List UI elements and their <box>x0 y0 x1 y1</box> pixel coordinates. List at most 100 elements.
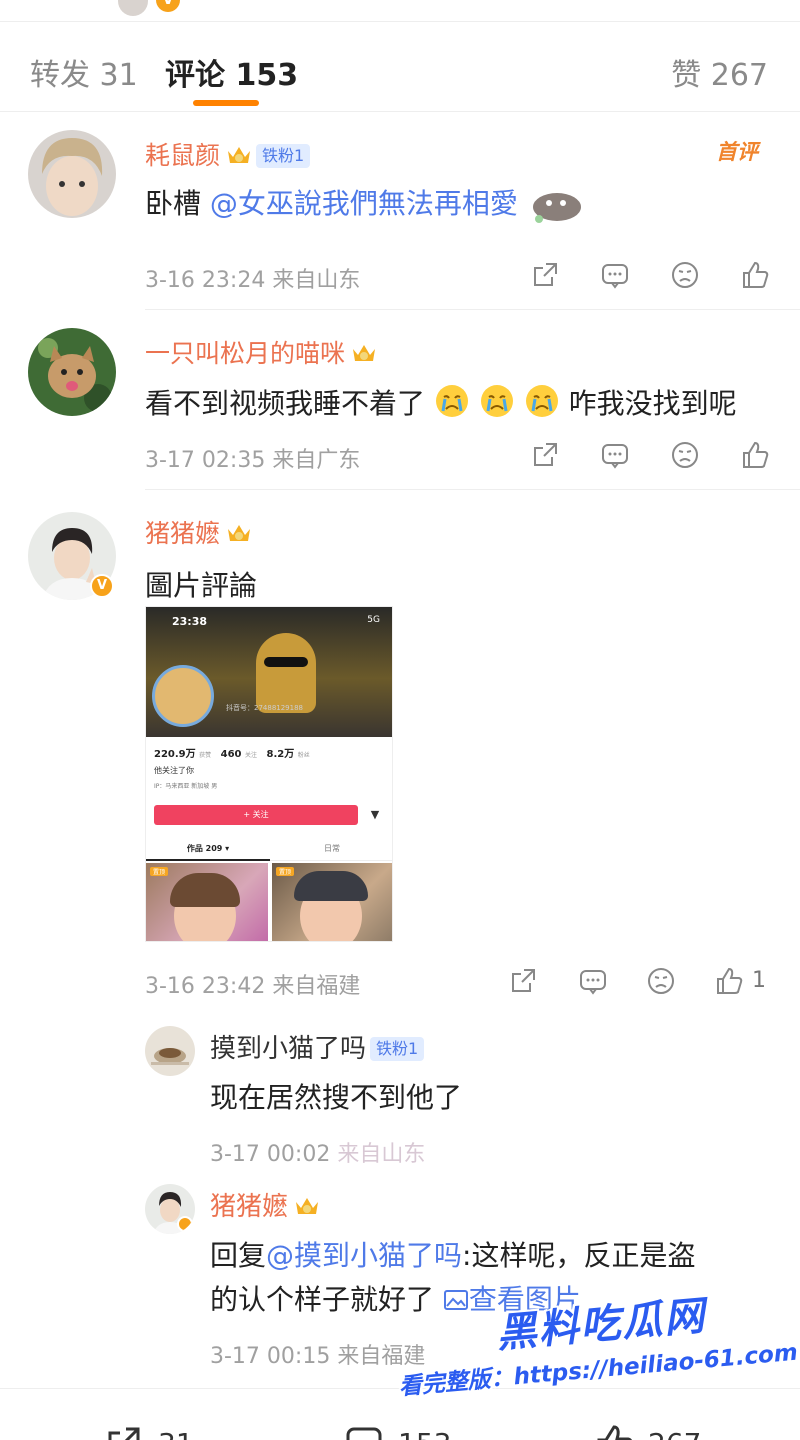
avatar[interactable] <box>28 130 116 218</box>
image-profile-header: 23:38 5G 抖音号：27488129188 <box>146 607 392 737</box>
reply-username[interactable]: 猪猪嬷 <box>210 1192 288 1222</box>
like-count: 267 <box>648 1427 701 1440</box>
reply-prefix: 回复 <box>210 1239 267 1272</box>
reply-icon[interactable] <box>600 440 630 470</box>
forward-count: 31 <box>158 1427 194 1440</box>
image-status: 5G <box>367 615 380 625</box>
image-dropdown-icon: ▼ <box>370 808 380 821</box>
comment-text: 卧槽 <box>145 187 202 220</box>
comment-location: 来自山东 <box>272 268 361 293</box>
sunglasses <box>264 657 308 667</box>
comment-image[interactable]: 23:38 5G 抖音号：27488129188 220.9万 获赞 460 关… <box>145 606 393 942</box>
reply-location: 来自山东 <box>337 1142 426 1167</box>
share-icon[interactable] <box>530 440 560 470</box>
crown-icon <box>294 1194 320 1218</box>
crown-icon <box>351 341 377 365</box>
sticker-icon <box>527 187 587 223</box>
comment-time: 3-17 02:35 <box>145 448 266 473</box>
image-clock: 23:38 <box>172 615 208 628</box>
image-follow-button: + 关注 <box>154 805 358 825</box>
reply-text: 现在居然搜不到他了 <box>210 1081 463 1114</box>
crying-emoji-icon <box>434 385 470 420</box>
author-avatar[interactable] <box>118 0 148 16</box>
like-count: 1 <box>752 968 766 993</box>
first-comment-tag: 首评 <box>716 140 758 164</box>
dislike-icon[interactable] <box>670 440 700 470</box>
reply-time: 3-17 00:02 <box>210 1142 331 1167</box>
stat-likes-label: 获赞 <box>199 752 212 759</box>
fan-badge: 铁粉1 <box>256 144 311 168</box>
reply-username[interactable]: 摸到小猫了吗 <box>210 1034 366 1064</box>
comment-location: 来自广东 <box>272 448 361 473</box>
share-icon[interactable] <box>508 966 538 996</box>
comment-icon <box>346 1427 382 1440</box>
verified-badge-icon: V <box>156 0 180 12</box>
avatar[interactable] <box>28 328 116 416</box>
username[interactable]: 耗鼠颜 <box>145 141 220 170</box>
comment-time: 3-16 23:42 <box>145 974 266 999</box>
comment-actions <box>530 440 770 470</box>
like-icon[interactable] <box>740 440 770 470</box>
comment-item: V 猪猪嬷 圖片評論 23:38 5G 抖音号：27488129188 220.… <box>0 490 800 1388</box>
gold-cat-figure <box>256 633 316 713</box>
tab-comment[interactable]: 评论 153 <box>165 50 298 94</box>
forward-icon <box>108 1427 140 1440</box>
bottom-comment-button[interactable]: 153 <box>344 1423 451 1440</box>
tab-forward[interactable]: 转发 31 <box>30 50 138 94</box>
tab-like[interactable]: 赞 267 <box>671 50 768 94</box>
username[interactable]: 猪猪嬷 <box>145 519 220 548</box>
image-tab-works: 作品 209 ▾ <box>146 837 270 861</box>
image-stats: 220.9万 获赞 460 关注 8.2万 粉丝 <box>154 745 316 760</box>
image-ip-note: IP：马来西亚 新加坡 男 <box>154 783 218 790</box>
crying-emoji-icon <box>524 385 560 420</box>
thumbs-up-icon <box>597 1425 632 1440</box>
tab-bar: 转发 31 评论 153 赞 267 <box>0 22 800 112</box>
mention-link[interactable]: @摸到小猫了吗 <box>266 1239 462 1272</box>
like-icon[interactable] <box>740 260 770 290</box>
image-tab-daily: 日常 <box>270 837 392 861</box>
image-thumbnail: 置顶 <box>146 863 268 941</box>
reply-avatar[interactable] <box>145 1184 195 1234</box>
reply-avatar[interactable] <box>145 1026 195 1076</box>
bottom-like-button[interactable]: 267 <box>594 1423 701 1440</box>
comment-actions: 1 <box>508 966 770 996</box>
like-icon[interactable] <box>714 966 744 996</box>
image-pinned-tag: 置顶 <box>150 867 169 876</box>
dislike-icon[interactable] <box>670 260 700 290</box>
username[interactable]: 一只叫松月的喵咪 <box>145 339 345 368</box>
dog-avatar <box>152 665 214 727</box>
image-account-id: 抖音号：27488129188 <box>226 704 303 712</box>
comment-item: 耗鼠颜 铁粉1 首评 卧槽 @女巫說我們無法再相愛 3-16 23:24 来自山东 <box>0 112 800 310</box>
mention-link[interactable]: @女巫說我們無法再相愛 <box>210 187 518 220</box>
crying-emoji-icon <box>479 385 515 420</box>
comment-actions <box>530 260 770 290</box>
image-pinned-tag: 置顶 <box>276 867 295 876</box>
fan-badge: 铁粉1 <box>370 1037 425 1061</box>
tab-active-indicator <box>193 100 259 106</box>
comment-text: 圖片評論 <box>145 569 258 602</box>
share-icon[interactable] <box>530 260 560 290</box>
stat-following-label: 关注 <box>244 752 257 759</box>
reply-text: :这样呢，反正是盗 <box>462 1239 696 1272</box>
stat-fans-label: 粉丝 <box>297 752 310 759</box>
verified-badge-icon: V <box>90 574 114 598</box>
stat-following-value: 460 <box>220 749 242 760</box>
reply-text-line2: 的认个样子就好了 <box>210 1283 435 1316</box>
comment-count: 153 <box>398 1427 451 1440</box>
comment-item: 一只叫松月的喵咪 看不到视频我睡不着了 咋我没找到呢 3-17 02:35 来自… <box>0 310 800 490</box>
bottom-forward-button[interactable]: 31 <box>104 1423 194 1440</box>
image-follow-note: 他关注了你 <box>154 766 194 775</box>
top-strip: V <box>0 0 800 22</box>
reply-icon[interactable] <box>578 966 608 996</box>
stat-likes-value: 220.9万 <box>154 749 196 760</box>
comment-text-suffix: 咋我没找到呢 <box>568 387 737 420</box>
reply-icon[interactable] <box>600 260 630 290</box>
crown-icon <box>226 143 252 167</box>
crown-icon <box>226 521 252 545</box>
reply-time: 3-17 00:15 <box>210 1344 331 1369</box>
comment-time: 3-16 23:24 <box>145 268 266 293</box>
comment-text: 看不到视频我睡不着了 <box>145 387 426 420</box>
comment-location: 来自福建 <box>272 974 361 999</box>
stat-fans-value: 8.2万 <box>266 749 295 760</box>
dislike-icon[interactable] <box>646 966 676 996</box>
